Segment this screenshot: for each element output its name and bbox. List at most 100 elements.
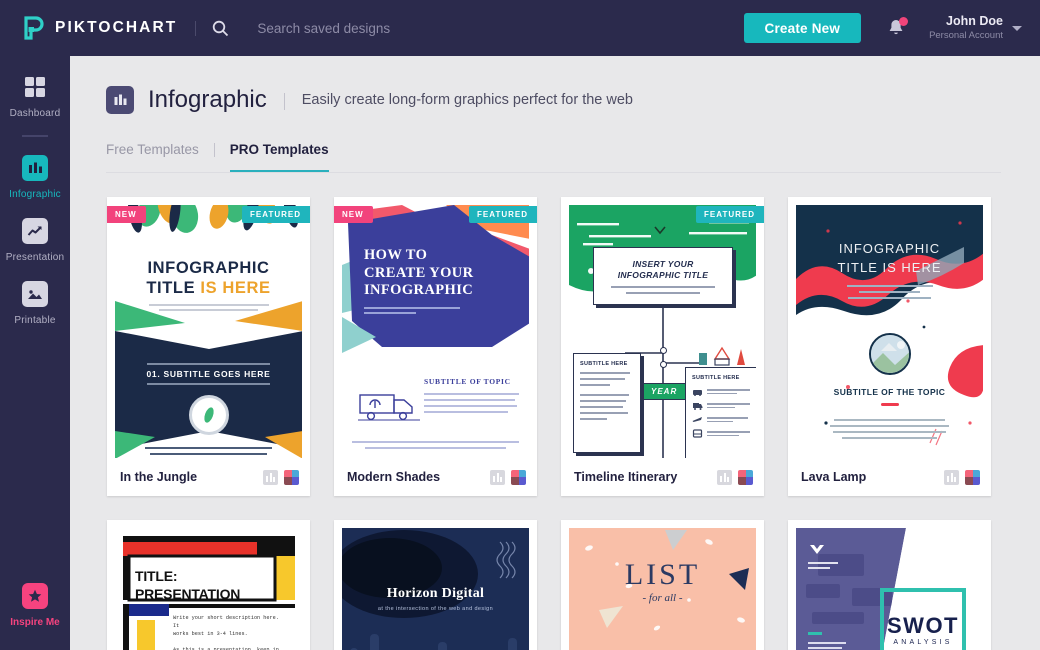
template-thumbnail[interactable]: NEW FEATURED HOW TO (334, 197, 537, 458)
placeholder-lines (364, 307, 460, 314)
template-card[interactable]: NEW FEATURED (107, 197, 310, 496)
tab-pro-templates[interactable]: PRO Templates (230, 142, 329, 173)
template-footer-icons (263, 470, 299, 485)
template-card[interactable]: NEW FEATURED HOW TO (334, 197, 537, 496)
thumb-title-line2: CREATE YOUR (364, 265, 474, 283)
tab-free-templates[interactable]: Free Templates (106, 142, 199, 173)
template-card-footer: Lava Lamp (788, 458, 991, 496)
thumb-title-line2b: IS HERE (200, 279, 270, 297)
placeholder-lines (424, 393, 519, 413)
thumb-title-line1: INFOGRAPHIC (115, 259, 302, 278)
badge-featured: FEATURED (242, 206, 310, 223)
year-badge: YEAR (641, 383, 687, 400)
inspire-me-label: Inspire Me (10, 617, 59, 628)
bell-icon[interactable] (887, 18, 905, 38)
user-info: John Doe Personal Account (929, 14, 1003, 42)
placeholder-lines (808, 562, 838, 569)
sidebar-item-presentation[interactable]: Presentation (0, 218, 70, 263)
template-thumbnail[interactable]: LIST - for all - (561, 520, 764, 650)
color-palette-icon[interactable] (284, 470, 299, 485)
template-card[interactable]: FEATURED (561, 197, 764, 496)
thumb-title: Horizon Digital at the intersection of t… (342, 586, 529, 612)
template-card[interactable]: INFOGRAPHIC TITLE IS HERE (788, 197, 991, 496)
placeholder-lines (352, 437, 519, 453)
template-footer-icons (717, 470, 753, 485)
template-card[interactable]: TITLE: PRESENTATION Write your short des… (107, 520, 310, 650)
bar-chart-icon (106, 86, 134, 114)
template-thumbnail[interactable]: Horizon Digital at the intersection of t… (334, 520, 537, 650)
page-title: Infographic (148, 86, 267, 114)
bar-chart-icon[interactable] (717, 470, 732, 485)
sidebar-divider (22, 135, 48, 137)
brand-logo-link[interactable]: PIKTOCHART (24, 16, 177, 40)
sidebar-item-label: Printable (14, 315, 55, 326)
bar-chart-icon[interactable] (944, 470, 959, 485)
timeline-node (660, 347, 667, 354)
search-icon[interactable] (212, 20, 229, 37)
sidebar-item-infographic[interactable]: Infographic (0, 155, 70, 200)
placeholder-lines (847, 285, 933, 299)
landmark-icons (693, 345, 751, 367)
badge-new: NEW (334, 206, 373, 223)
color-palette-icon[interactable] (965, 470, 980, 485)
thumb-title: HOW TO CREATE YOUR INFOGRAPHIC (364, 247, 474, 317)
icon-list (692, 387, 750, 438)
thumb-body-lines (141, 443, 276, 458)
thumb-subtitle-band: 01. SUBTITLE GOES HERE (115, 363, 302, 385)
placeholder-lines (828, 415, 951, 443)
user-menu[interactable]: John Doe Personal Account (929, 14, 1022, 42)
template-thumbnail[interactable]: SWOT ANALYSIS (788, 520, 991, 650)
thumb-subtitle: at the intersection of the web and desig… (342, 606, 529, 612)
placeholder-lines (808, 642, 846, 650)
template-name: Modern Shades (347, 470, 490, 484)
template-card[interactable]: SWOT ANALYSIS (788, 520, 991, 650)
thumb-emblem (796, 333, 983, 375)
template-thumbnail[interactable]: TITLE: PRESENTATION Write your short des… (107, 520, 310, 650)
sidebar-item-dashboard[interactable]: Dashboard (0, 74, 70, 119)
bar-chart-icon (22, 155, 48, 181)
badge-new: NEW (107, 206, 146, 223)
search-input[interactable] (257, 21, 587, 36)
template-thumbnail[interactable]: INFOGRAPHIC TITLE IS HERE (788, 197, 991, 458)
template-card-footer: In the Jungle (107, 458, 310, 496)
thumb-title-line1: SWOT (887, 613, 959, 639)
sidebar-item-label: Infographic (9, 189, 61, 200)
color-palette-icon[interactable] (511, 470, 526, 485)
thumb-title-line1: LIST (569, 558, 756, 592)
page-subtitle: Easily create long-form graphics perfect… (302, 92, 633, 108)
top-navigation-bar: PIKTOCHART Create New John Doe P (0, 0, 1040, 56)
thumb-title-line1: INFOGRAPHIC (796, 239, 983, 258)
template-footer-icons (944, 470, 980, 485)
color-palette-icon[interactable] (738, 470, 753, 485)
thumb-subtitle-area: SUBTITLE OF TOPIC (424, 377, 519, 417)
thumb-title-line1: TITLE: PRESENTATION (135, 568, 240, 602)
sidebar-item-printable[interactable]: Printable (0, 281, 70, 326)
image-icon (22, 281, 48, 307)
thumb-title: SWOT ANALYSIS (880, 588, 966, 650)
thumb-branch-title: SUBTITLE HERE (580, 361, 634, 367)
template-card[interactable]: Horizon Digital at the intersection of t… (334, 520, 537, 650)
sidebar-item-inspire-me[interactable]: Inspire Me (0, 583, 70, 628)
accent-bar (808, 632, 822, 635)
trending-up-icon (22, 218, 48, 244)
bar-chart-icon[interactable] (263, 470, 278, 485)
left-sidebar: Dashboard Infographic Presentation (0, 56, 70, 650)
thumb-title: LIST - for all - (569, 558, 756, 604)
thumb-subtitle: SUBTITLE OF TOPIC (424, 377, 519, 386)
brand-name: PIKTOCHART (55, 19, 177, 37)
bar-chart-icon[interactable] (490, 470, 505, 485)
thumb-branch-card: SUBTITLE HERE (685, 367, 756, 458)
sidebar-item-label: Dashboard (10, 108, 61, 119)
template-thumbnail[interactable]: FEATURED (561, 197, 764, 458)
user-name: John Doe (929, 14, 1003, 29)
brand-mark-icon (808, 542, 826, 563)
piktochart-app: PIKTOCHART Create New John Doe P (0, 0, 1040, 650)
template-name: Timeline Itinerary (574, 470, 717, 484)
badge-featured: FEATURED (696, 206, 764, 223)
thumb-lower: SUBTITLE OF TOPIC (342, 357, 529, 458)
template-thumbnail[interactable]: NEW FEATURED (107, 197, 310, 458)
template-card-footer: Modern Shades (334, 458, 537, 496)
create-new-button[interactable]: Create New (744, 13, 862, 43)
template-card[interactable]: LIST - for all - (561, 520, 764, 650)
thumb-subtitle-area: SUBTITLE OF THE TOPIC (796, 387, 983, 406)
